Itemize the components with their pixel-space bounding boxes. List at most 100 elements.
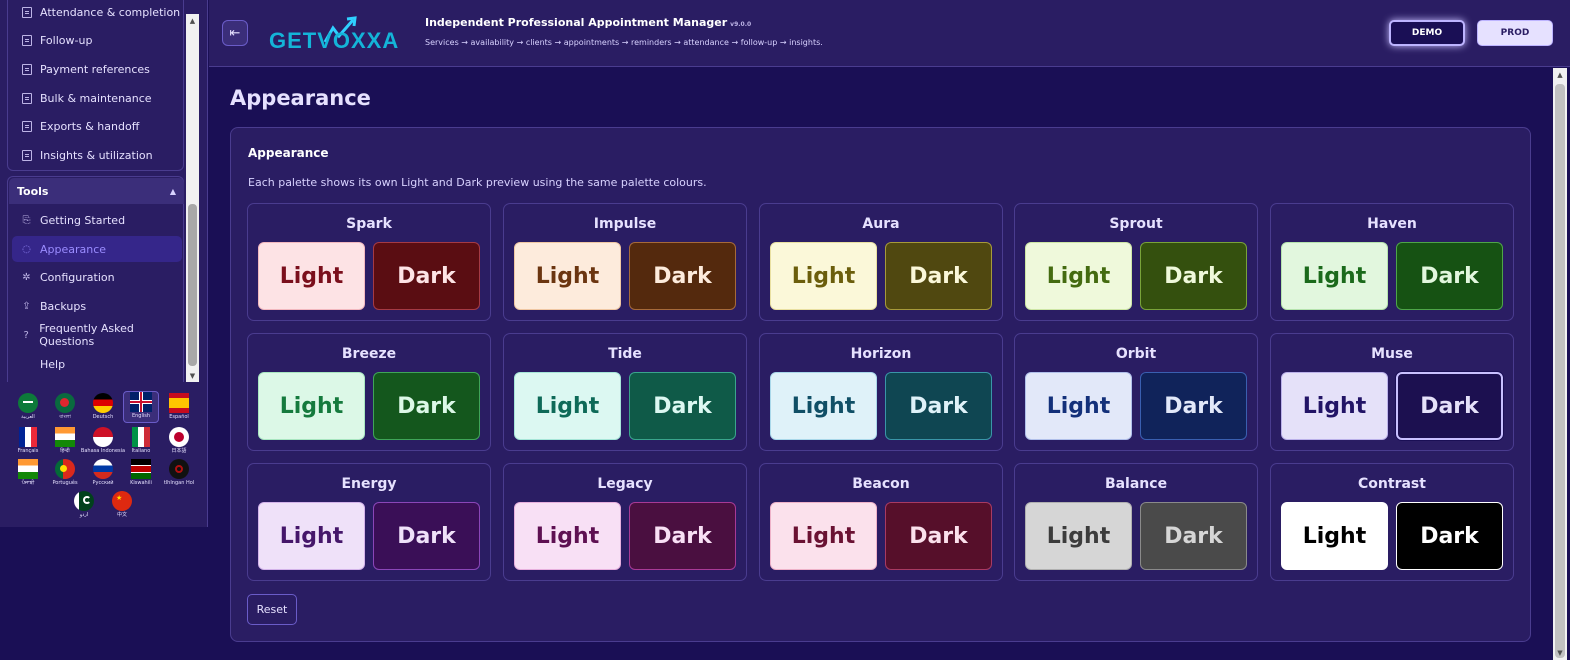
sidebar-scrollbar-thumb[interactable] bbox=[188, 204, 197, 366]
tide-dark-swatch[interactable]: Dark bbox=[629, 372, 736, 440]
palette-name: Haven bbox=[1367, 216, 1417, 232]
orbit-light-swatch[interactable]: Light bbox=[1025, 372, 1132, 440]
sidebar-item-bulk-maintenance[interactable]: Bulk & maintenance bbox=[12, 85, 182, 111]
muse-dark-swatch[interactable]: Dark bbox=[1396, 372, 1503, 440]
flag-japan-icon bbox=[169, 427, 189, 447]
aura-dark-swatch[interactable]: Dark bbox=[885, 242, 992, 310]
lang-es[interactable]: Español bbox=[161, 393, 197, 425]
flag-pakistan-icon bbox=[74, 491, 94, 511]
tide-light-swatch[interactable]: Light bbox=[514, 372, 621, 440]
lang-it[interactable]: Italiano bbox=[123, 427, 159, 459]
sprout-light-swatch[interactable]: Light bbox=[1025, 242, 1132, 310]
palette-name: Tide bbox=[608, 346, 642, 362]
legacy-dark-swatch[interactable]: Dark bbox=[629, 502, 736, 570]
lang-sw[interactable]: Kiswahili bbox=[123, 459, 159, 491]
scroll-down-arrow-icon[interactable]: ▼ bbox=[1553, 646, 1567, 660]
energy-light-swatch[interactable]: Light bbox=[258, 502, 365, 570]
palette-name: Muse bbox=[1371, 346, 1413, 362]
sidebar-item-label: Help bbox=[40, 357, 66, 371]
sidebar-item-label: Configuration bbox=[40, 270, 115, 284]
sidebar-item-exports-handoff[interactable]: Exports & handoff bbox=[12, 113, 182, 139]
lang-fr[interactable]: Français bbox=[10, 427, 46, 459]
sidebar-item-faq[interactable]: ? Frequently Asked Questions bbox=[12, 322, 182, 348]
lang-hi[interactable]: हिन्दी bbox=[47, 427, 83, 459]
aura-light-swatch[interactable]: Light bbox=[770, 242, 877, 310]
balance-dark-swatch[interactable]: Dark bbox=[1140, 502, 1247, 570]
reset-button[interactable]: Reset bbox=[247, 594, 297, 625]
lang-ru[interactable]: Русский bbox=[85, 459, 121, 491]
energy-dark-swatch[interactable]: Dark bbox=[373, 502, 480, 570]
legacy-light-swatch[interactable]: Light bbox=[514, 502, 621, 570]
sidebar-item-label: Follow-up bbox=[40, 33, 93, 47]
lang-ja[interactable]: 日本語 bbox=[161, 427, 197, 459]
app-version: v9.0.0 bbox=[730, 21, 752, 28]
help-circle-icon: ? bbox=[23, 329, 29, 341]
main-scrollbar-thumb[interactable] bbox=[1555, 84, 1565, 658]
sidebar-item-configuration[interactable]: ✲ Configuration bbox=[12, 264, 182, 290]
sidebar-item-attendance[interactable]: Attendance & completion bbox=[12, 0, 182, 25]
sidebar-item-label: Payment references bbox=[40, 62, 150, 76]
scroll-up-arrow-icon[interactable]: ▲ bbox=[1553, 68, 1567, 82]
flag-russia-icon bbox=[93, 459, 113, 479]
app-title: Independent Professional Appointment Man… bbox=[425, 16, 751, 29]
impulse-light-swatch[interactable]: Light bbox=[514, 242, 621, 310]
beacon-dark-swatch[interactable]: Dark bbox=[885, 502, 992, 570]
balance-light-swatch[interactable]: Light bbox=[1025, 502, 1132, 570]
sidebar-item-payment-references[interactable]: Payment references bbox=[12, 56, 182, 82]
orbit-dark-swatch[interactable]: Dark bbox=[1140, 372, 1247, 440]
sprout-dark-swatch[interactable]: Dark bbox=[1140, 242, 1247, 310]
palette-name: Horizon bbox=[850, 346, 912, 362]
palette-card-balance: Balance Light Dark bbox=[1014, 463, 1258, 581]
sidebar-item-label: Exports & handoff bbox=[40, 119, 140, 133]
main-scrollbar[interactable]: ▲ ▼ bbox=[1553, 68, 1567, 660]
impulse-dark-swatch[interactable]: Dark bbox=[629, 242, 736, 310]
flag-spain-icon bbox=[169, 393, 189, 413]
sidebar-item-insights-utilization[interactable]: Insights & utilization bbox=[12, 142, 182, 168]
sidebar-item-getting-started[interactable]: ⎘ Getting Started bbox=[12, 207, 182, 233]
sidebar-item-appearance[interactable]: ◌ Appearance bbox=[12, 236, 182, 262]
sidebar-group-tools: Tools ▲ ⎘ Getting Started ◌ Appearance ✲… bbox=[7, 176, 184, 382]
lang-id[interactable]: Bahasa Indonesia bbox=[81, 427, 125, 459]
spark-light-swatch[interactable]: Light bbox=[258, 242, 365, 310]
tools-section-header[interactable]: Tools ▲ bbox=[9, 178, 184, 204]
lang-de[interactable]: Deutsch bbox=[85, 393, 121, 425]
lang-bn[interactable]: বাংলা bbox=[47, 393, 83, 425]
lang-ar[interactable]: العربية bbox=[10, 393, 46, 425]
haven-light-swatch[interactable]: Light bbox=[1281, 242, 1388, 310]
sidebar-scrollbar[interactable]: ▲ ▼ bbox=[186, 14, 199, 382]
lang-pa[interactable]: ਪੰਜਾਬੀ bbox=[10, 459, 46, 491]
lang-pt[interactable]: Português bbox=[47, 459, 83, 491]
prod-env-button[interactable]: PROD bbox=[1477, 20, 1553, 46]
sidebar-item-backups[interactable]: ⇪ Backups bbox=[12, 293, 182, 319]
breeze-light-swatch[interactable]: Light bbox=[258, 372, 365, 440]
horizon-light-swatch[interactable]: Light bbox=[770, 372, 877, 440]
breeze-dark-swatch[interactable]: Dark bbox=[373, 372, 480, 440]
palette-card-impulse: Impulse Light Dark bbox=[503, 203, 747, 321]
sidebar-group-workflow: Attendance & completion Follow-up Paymen… bbox=[7, 0, 184, 171]
collapse-sidebar-button[interactable]: ⇤ bbox=[222, 20, 248, 46]
lang-zh[interactable]: ★ 中文 bbox=[104, 491, 140, 523]
muse-light-swatch[interactable]: Light bbox=[1281, 372, 1388, 440]
palette-card-haven: Haven Light Dark bbox=[1270, 203, 1514, 321]
beacon-light-swatch[interactable]: Light bbox=[770, 502, 877, 570]
flag-saudi-icon bbox=[18, 393, 38, 413]
scroll-down-arrow-icon[interactable]: ▼ bbox=[186, 369, 199, 382]
sidebar-item-follow-up[interactable]: Follow-up bbox=[12, 27, 182, 53]
contrast-dark-swatch[interactable]: Dark bbox=[1396, 502, 1503, 570]
lang-en[interactable]: English bbox=[123, 391, 159, 423]
haven-dark-swatch[interactable]: Dark bbox=[1396, 242, 1503, 310]
palette-card-legacy: Legacy Light Dark bbox=[503, 463, 747, 581]
gear-icon: ✲ bbox=[22, 271, 31, 283]
lang-ur[interactable]: اردو bbox=[66, 491, 102, 523]
sidebar-item-help[interactable]: Help bbox=[12, 351, 182, 377]
horizon-dark-swatch[interactable]: Dark bbox=[885, 372, 992, 440]
contrast-light-swatch[interactable]: Light bbox=[1281, 502, 1388, 570]
scroll-up-arrow-icon[interactable]: ▲ bbox=[186, 14, 199, 27]
demo-env-button[interactable]: DEMO bbox=[1389, 20, 1465, 46]
flag-portugal-icon bbox=[55, 459, 75, 479]
lang-tlh[interactable]: tlhIngan Hol bbox=[161, 459, 197, 491]
palette-card-muse: Muse Light Dark bbox=[1270, 333, 1514, 451]
spark-dark-swatch[interactable]: Dark bbox=[373, 242, 480, 310]
flag-klingon-icon bbox=[169, 459, 189, 479]
flag-kenya-icon bbox=[131, 459, 151, 479]
